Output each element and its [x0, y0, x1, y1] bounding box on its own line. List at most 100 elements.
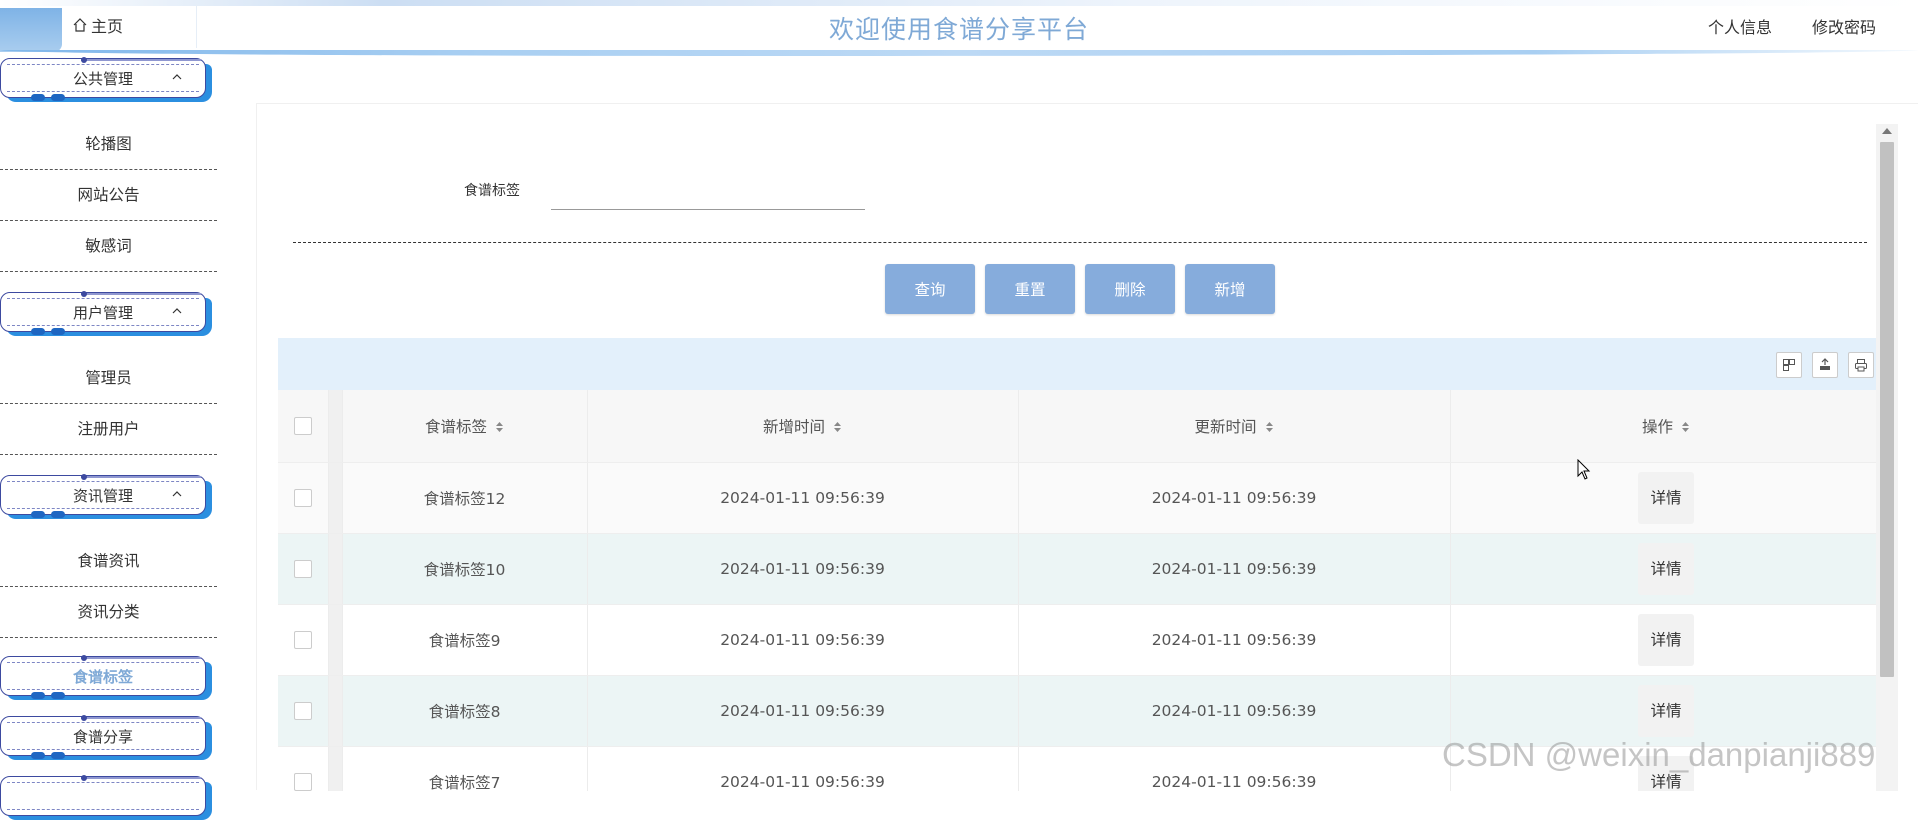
column-header-action[interactable]: 操作: [1450, 390, 1882, 463]
cell-updated: 2024-01-11 09:56:39: [1018, 604, 1451, 676]
search-label: 食谱标签: [464, 183, 520, 199]
column-spacer: [328, 533, 343, 605]
column-title: 食谱标签: [424, 417, 487, 436]
sidebar-item-recipe-tags[interactable]: 食谱标签: [0, 655, 212, 700]
cell-tag: 食谱标签12: [342, 462, 588, 534]
sidebar-item-recipe-share[interactable]: 食谱分享: [0, 715, 212, 760]
column-header-tag[interactable]: 食谱标签: [342, 390, 588, 463]
profile-link[interactable]: 个人信息: [1708, 14, 1772, 38]
row-checkbox[interactable]: [293, 559, 312, 578]
sort-icon[interactable]: [495, 420, 504, 434]
sidebar-item-next[interactable]: [0, 775, 212, 820]
cell-updated: 2024-01-11 09:56:39: [1018, 462, 1451, 534]
cell-tag: 食谱标签10: [342, 533, 588, 605]
cell-created: 2024-01-11 09:56:39: [587, 533, 1019, 605]
watermark: CSDN @weixin_danpianji889: [1442, 736, 1876, 773]
column-spacer: [328, 462, 343, 534]
detail-button[interactable]: 详情: [1638, 471, 1694, 524]
column-header-updated[interactable]: 更新时间: [1018, 390, 1451, 463]
main-panel: 食谱标签 查询 重置 删除 新增 食谱标签 新增时间 更新时间 操作 食谱标签1…: [256, 103, 1918, 791]
column-spacer: [328, 746, 343, 791]
detail-button[interactable]: 详情: [1638, 684, 1694, 737]
cell-updated: 2024-01-11 09:56:39: [1018, 675, 1451, 747]
top-header: 主页 欢迎使用食谱分享平台 个人信息 修改密码: [0, 0, 1918, 56]
chevron-up-icon: [172, 74, 182, 80]
recipe-tag-search-input[interactable]: [551, 168, 865, 210]
row-select-cell: [278, 604, 329, 676]
cell-created: 2024-01-11 09:56:39: [587, 462, 1019, 534]
cell-action: 详情: [1450, 604, 1882, 676]
sidebar-item-label: 食谱标签: [72, 668, 133, 686]
header-decoration-bottom: [0, 50, 1918, 56]
cell-action: 详情: [1450, 462, 1882, 534]
row-select-cell: [278, 746, 329, 791]
cell-updated: 2024-01-11 09:56:39: [1018, 746, 1451, 791]
header-decoration-top: [0, 0, 1918, 6]
sidebar-item-news-category[interactable]: 资讯分类: [0, 588, 217, 638]
table-row: 食谱标签12 2024-01-11 09:56:39 2024-01-11 09…: [278, 462, 1882, 534]
row-select-cell: [278, 533, 329, 605]
sort-icon[interactable]: [833, 420, 842, 434]
row-select-cell: [278, 675, 329, 747]
column-spacer: [328, 604, 343, 676]
action-buttons: 查询 重置 删除 新增: [885, 264, 1275, 314]
sidebar-item-registered-users[interactable]: 注册用户: [0, 405, 217, 455]
sidebar-group-users[interactable]: 用户管理: [0, 291, 212, 336]
query-button[interactable]: 查询: [885, 264, 975, 314]
chevron-up-icon: [172, 308, 182, 314]
sidebar-item-carousel[interactable]: 轮播图: [0, 120, 217, 170]
sidebar-item-admins[interactable]: 管理员: [0, 354, 217, 404]
table-row: 食谱标签9 2024-01-11 09:56:39 2024-01-11 09:…: [278, 604, 1882, 676]
detail-button[interactable]: 详情: [1638, 613, 1694, 666]
recipe-tag-table: 食谱标签 新增时间 更新时间 操作 食谱标签12 2024-01-11 09:5…: [278, 390, 1882, 791]
column-title: 新增时间: [762, 417, 825, 436]
column-filter-icon[interactable]: [1776, 352, 1802, 378]
cell-updated: 2024-01-11 09:56:39: [1018, 533, 1451, 605]
sidebar-group-public[interactable]: 公共管理: [0, 57, 212, 102]
chevron-up-icon: [172, 491, 182, 497]
mouse-cursor-icon: [1577, 459, 1591, 480]
print-icon[interactable]: [1848, 352, 1874, 378]
column-title: 更新时间: [1194, 417, 1257, 436]
table-header-row: 食谱标签 新增时间 更新时间 操作: [278, 390, 1882, 463]
cell-created: 2024-01-11 09:56:39: [587, 604, 1019, 676]
sidebar-item-notice[interactable]: 网站公告: [0, 171, 217, 221]
vertical-scrollbar[interactable]: [1876, 124, 1898, 791]
sidebar-item-label: 食谱分享: [72, 728, 133, 746]
row-select-cell: [278, 462, 329, 534]
row-checkbox[interactable]: [293, 488, 312, 507]
header-nav: 个人信息 修改密码: [1708, 14, 1876, 38]
select-all-checkbox[interactable]: [293, 417, 312, 435]
cell-created: 2024-01-11 09:56:39: [587, 675, 1019, 747]
cell-tag: 食谱标签8: [342, 675, 588, 747]
scroll-up-icon[interactable]: [1882, 128, 1892, 134]
change-password-link[interactable]: 修改密码: [1812, 14, 1876, 38]
sidebar-group-news[interactable]: 资讯管理: [0, 474, 212, 519]
sort-icon[interactable]: [1681, 420, 1690, 434]
group-face: [0, 775, 206, 816]
detail-button[interactable]: 详情: [1638, 542, 1694, 595]
cell-action: 详情: [1450, 533, 1882, 605]
row-checkbox[interactable]: [293, 630, 312, 649]
column-spacer: [328, 675, 343, 747]
sidebar-item-recipe-news[interactable]: 食谱资讯: [0, 537, 217, 587]
sort-icon[interactable]: [1265, 420, 1274, 434]
select-all-cell: [278, 390, 329, 463]
table-row: 食谱标签10 2024-01-11 09:56:39 2024-01-11 09…: [278, 533, 1882, 605]
divider: [293, 242, 1867, 243]
table-toolbar: [278, 338, 1882, 390]
column-title: 操作: [1641, 417, 1673, 436]
row-checkbox[interactable]: [293, 701, 312, 720]
delete-button[interactable]: 删除: [1085, 264, 1175, 314]
page-title: 欢迎使用食谱分享平台: [828, 15, 1089, 44]
add-button[interactable]: 新增: [1185, 264, 1275, 314]
sidebar: 公共管理 轮播图 网站公告 敏感词 用户管理 管理员 注册用户 资讯管理 食谱资…: [0, 56, 222, 820]
export-icon[interactable]: [1812, 352, 1838, 378]
column-header-created[interactable]: 新增时间: [587, 390, 1019, 463]
scrollbar-thumb[interactable]: [1880, 142, 1894, 677]
data-table: 食谱标签 新增时间 更新时间 操作 食谱标签12 2024-01-11 09:5…: [278, 338, 1882, 791]
sidebar-item-sensitive-words[interactable]: 敏感词: [0, 222, 217, 272]
column-spacer: [328, 390, 343, 463]
reset-button[interactable]: 重置: [985, 264, 1075, 314]
row-checkbox[interactable]: [293, 772, 312, 791]
